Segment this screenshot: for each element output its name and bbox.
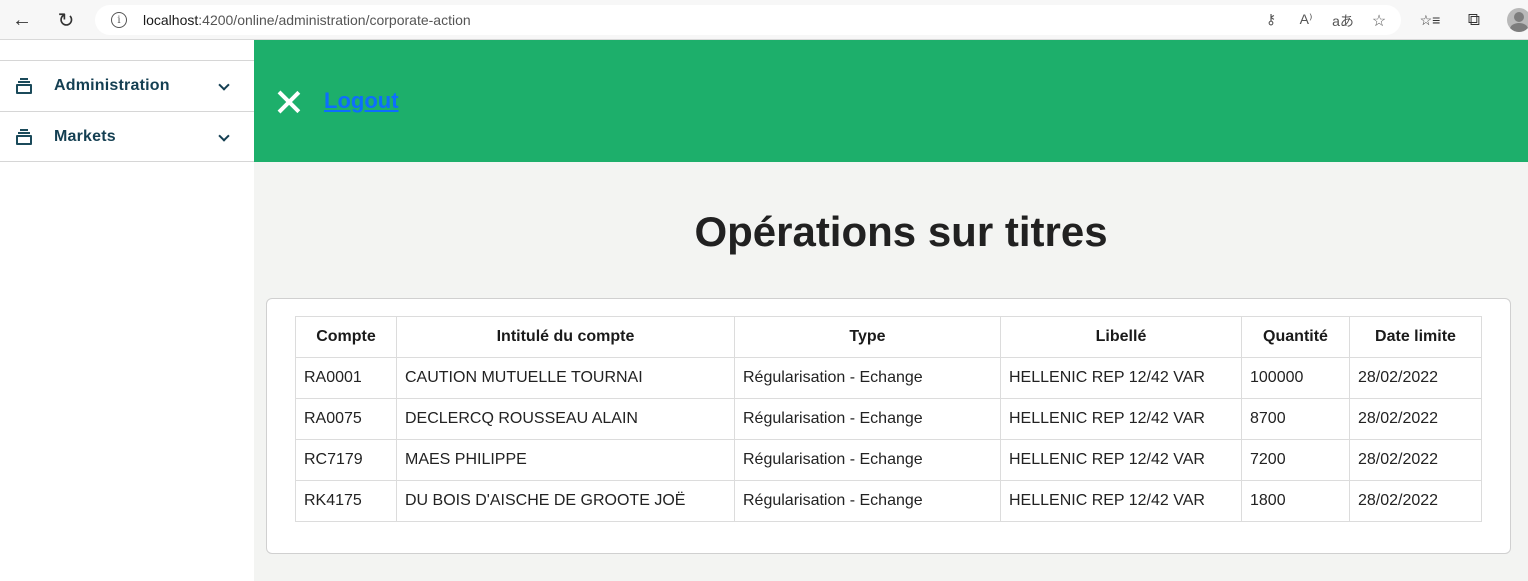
cell-quantite: 7200 [1241,439,1350,481]
cell-date-limite: 28/02/2022 [1349,439,1482,481]
cell-intitule: DECLERCQ ROUSSEAU ALAIN [396,398,735,440]
profile-icon[interactable] [1507,8,1528,32]
cell-type: Régularisation - Echange [734,439,1001,481]
cell-compte: RA0001 [295,357,397,399]
cell-type: Régularisation - Echange [734,398,1001,440]
cell-date-limite: 28/02/2022 [1349,357,1482,399]
cell-compte: RA0075 [295,398,397,440]
column-header-intitule: Intitulé du compte [396,316,735,358]
cell-compte: RK4175 [295,480,397,522]
column-header-date-limite: Date limite [1349,316,1482,358]
browser-toolbar: ← ↻ i localhost:4200/online/administrati… [0,0,1528,40]
column-header-libelle: Libellé [1000,316,1242,358]
cell-type: Régularisation - Echange [734,357,1001,399]
collections-icon[interactable]: ⧉ [1462,8,1486,32]
table-row: RK4175 DU BOIS D'AISCHE DE GROOTE JOË Ré… [295,480,1482,522]
sidebar: Administration Markets [0,40,254,581]
translate-icon[interactable]: aあ [1331,11,1355,29]
cell-quantite: 8700 [1241,398,1350,440]
cell-intitule: MAES PHILIPPE [396,439,735,481]
cell-compte: RC7179 [295,439,397,481]
cell-intitule: CAUTION MUTUELLE TOURNAI [396,357,735,399]
table-card: Compte Intitulé du compte Type Libellé Q… [266,298,1511,554]
url-host: localhost [143,12,199,28]
read-aloud-icon[interactable]: A⁾ [1296,11,1316,29]
address-bar[interactable]: i localhost:4200/online/administration/c… [95,5,1401,35]
cell-libelle: HELLENIC REP 12/42 VAR [1000,398,1242,440]
info-icon[interactable]: i [111,12,127,28]
cell-libelle: HELLENIC REP 12/42 VAR [1000,439,1242,481]
table-row: RA0075 DECLERCQ ROUSSEAU ALAIN Régularis… [295,398,1482,440]
column-header-compte: Compte [295,316,397,358]
corporate-actions-table: Compte Intitulé du compte Type Libellé Q… [295,316,1482,522]
favorites-icon[interactable]: ☆≡ [1418,8,1442,32]
table-header-row: Compte Intitulé du compte Type Libellé Q… [295,316,1482,358]
sidebar-item-label: Administration [54,77,170,94]
cell-quantite: 1800 [1241,480,1350,522]
key-icon[interactable]: ⚷ [1261,11,1281,29]
sidebar-item-markets[interactable]: Markets [0,111,254,162]
logout-link[interactable]: Logout [324,88,399,114]
cell-libelle: HELLENIC REP 12/42 VAR [1000,357,1242,399]
cell-date-limite: 28/02/2022 [1349,480,1482,522]
cell-type: Régularisation - Echange [734,480,1001,522]
back-icon: ← [12,8,32,31]
sidebar-item-administration[interactable]: Administration [0,60,254,111]
back-button[interactable]: ← [10,8,34,32]
add-favorite-icon[interactable]: ☆ [1369,11,1389,30]
sidebar-item-label: Markets [54,127,116,145]
url-text[interactable]: localhost:4200/online/administration/cor… [143,12,471,28]
table-row: RC7179 MAES PHILIPPE Régularisation - Ec… [295,439,1482,481]
table-row: RA0001 CAUTION MUTUELLE TOURNAI Régulari… [295,357,1482,399]
refresh-icon: ↻ [57,9,75,32]
cell-quantite: 100000 [1241,357,1350,399]
top-header: Logout [254,40,1528,162]
inbox-stack-icon [16,129,32,146]
close-icon[interactable] [274,87,304,117]
column-header-type: Type [734,316,1001,358]
chevron-down-icon[interactable] [216,78,232,94]
chevron-down-icon[interactable] [216,129,232,145]
column-header-quantite: Quantité [1241,316,1350,358]
main-content: Opérations sur titres Compte Intitulé du… [254,162,1528,581]
url-path: :4200/online/administration/corporate-ac… [198,12,471,28]
refresh-button[interactable]: ↻ [54,8,78,32]
page-title: Opérations sur titres [694,208,1108,255]
cell-date-limite: 28/02/2022 [1349,398,1482,440]
cell-intitule: DU BOIS D'AISCHE DE GROOTE JOË [396,480,735,522]
cell-libelle: HELLENIC REP 12/42 VAR [1000,480,1242,522]
inbox-stack-icon [16,78,32,95]
